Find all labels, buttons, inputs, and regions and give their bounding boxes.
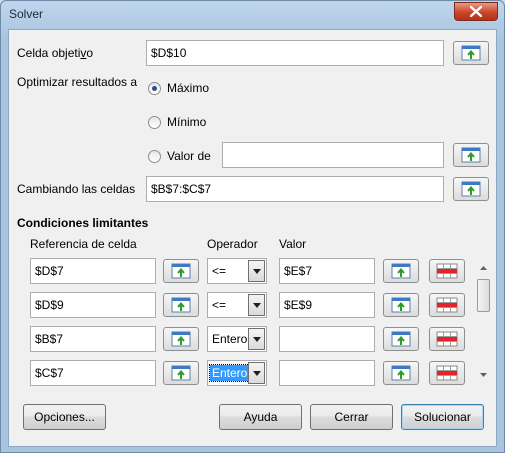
objective-cell-input[interactable]: $D$10 bbox=[146, 40, 444, 66]
delete-constraint-button[interactable] bbox=[429, 259, 465, 283]
dialog-body: Celda objetivo $D$10 Optimizar resultado… bbox=[8, 29, 497, 447]
constraint-operator-select[interactable]: <= bbox=[207, 292, 267, 318]
changing-cells-shrink-button[interactable] bbox=[453, 177, 489, 201]
scroll-up-icon bbox=[480, 265, 487, 270]
constraint-ref-shrink-button[interactable] bbox=[163, 361, 199, 385]
constraint-value-shrink-button[interactable] bbox=[383, 361, 419, 385]
constraint-value-input[interactable] bbox=[279, 360, 375, 386]
constraint-cell-ref-input[interactable]: $D$9 bbox=[30, 292, 156, 318]
shrink-dialog-icon bbox=[461, 181, 481, 197]
shrink-dialog-icon bbox=[391, 331, 411, 347]
shrink-dialog-icon bbox=[171, 263, 191, 279]
constraint-ref-shrink-button[interactable] bbox=[163, 293, 199, 317]
constraint-value-input[interactable]: $E$7 bbox=[279, 258, 375, 284]
changing-cells-input[interactable]: $B$7:$C$7 bbox=[146, 176, 444, 202]
constraint-cell-ref-input[interactable]: $C$7 bbox=[30, 360, 156, 386]
constraints-scrollbar[interactable] bbox=[475, 259, 492, 383]
constraint-value-shrink-button[interactable] bbox=[383, 327, 419, 351]
dropdown-arrow-icon bbox=[252, 302, 261, 308]
radio-value-of-label: Valor de bbox=[167, 149, 211, 163]
delete-constraint-button[interactable] bbox=[429, 293, 465, 317]
solve-button-label: Solucionar bbox=[414, 410, 471, 424]
constraint-cell-ref-input[interactable]: $B$7 bbox=[30, 326, 156, 352]
radio-value-of-circle[interactable] bbox=[148, 149, 161, 163]
shrink-dialog-icon bbox=[391, 365, 411, 381]
constraint-ref-shrink-button[interactable] bbox=[163, 259, 199, 283]
scroll-down-button[interactable] bbox=[475, 366, 492, 383]
shrink-dialog-icon bbox=[461, 45, 481, 61]
constraint-operator-value: <= bbox=[212, 298, 227, 312]
objective-label: Celda objetivo bbox=[17, 46, 94, 60]
solve-button[interactable]: Solucionar bbox=[401, 404, 484, 430]
radio-minimum-label: Mínimo bbox=[167, 115, 207, 129]
radio-maximum-circle[interactable] bbox=[148, 81, 161, 95]
radio-minimum-circle[interactable] bbox=[148, 115, 161, 129]
constraint-value-input[interactable]: $E$9 bbox=[279, 292, 375, 318]
delete-row-icon bbox=[436, 263, 458, 279]
scroll-thumb[interactable] bbox=[477, 279, 490, 312]
shrink-dialog-icon bbox=[171, 331, 191, 347]
options-button-label: Opciones... bbox=[34, 410, 95, 424]
optimize-label: Optimizar resultados a bbox=[17, 75, 138, 89]
title-bar[interactable]: Solver bbox=[1, 1, 504, 29]
radio-maximum[interactable]: Máximo bbox=[148, 81, 209, 95]
constraint-value-input[interactable] bbox=[279, 326, 375, 352]
delete-row-icon bbox=[436, 331, 458, 347]
delete-constraint-button[interactable] bbox=[429, 327, 465, 351]
constraint-cell-ref-input[interactable]: $D$7 bbox=[30, 258, 156, 284]
constraint-operator-value: Entero bbox=[208, 364, 251, 382]
dropdown-arrow-icon bbox=[252, 336, 261, 342]
shrink-dialog-icon bbox=[391, 263, 411, 279]
options-button[interactable]: Opciones... bbox=[23, 404, 106, 430]
value-of-input[interactable] bbox=[222, 142, 444, 168]
objective-shrink-button[interactable] bbox=[453, 41, 489, 65]
delete-constraint-button[interactable] bbox=[429, 361, 465, 385]
column-header-cell-ref: Referencia de celda bbox=[30, 237, 137, 251]
column-header-operator: Operador bbox=[207, 237, 258, 251]
shrink-dialog-icon bbox=[391, 297, 411, 313]
constraints-title: Condiciones limitantes bbox=[17, 216, 149, 230]
value-of-shrink-button[interactable] bbox=[453, 143, 489, 167]
close-button[interactable]: Cerrar bbox=[310, 404, 393, 430]
radio-maximum-label: Máximo bbox=[167, 81, 210, 95]
close-icon bbox=[470, 6, 482, 17]
constraint-operator-select[interactable]: <= bbox=[207, 258, 267, 284]
constraint-operator-dropdown-button[interactable] bbox=[248, 260, 265, 282]
constraint-operator-dropdown-button[interactable] bbox=[248, 328, 265, 350]
shrink-dialog-icon bbox=[461, 147, 481, 163]
close-window-button[interactable] bbox=[454, 2, 498, 21]
delete-row-icon bbox=[436, 297, 458, 313]
scroll-up-button[interactable] bbox=[475, 259, 492, 276]
shrink-dialog-icon bbox=[171, 365, 191, 381]
shrink-dialog-icon bbox=[171, 297, 191, 313]
constraint-value-shrink-button[interactable] bbox=[383, 259, 419, 283]
dropdown-arrow-icon bbox=[252, 370, 261, 376]
dropdown-arrow-icon bbox=[252, 268, 261, 274]
help-button[interactable]: Ayuda bbox=[219, 404, 302, 430]
scroll-down-icon bbox=[480, 372, 487, 377]
close-button-label: Cerrar bbox=[334, 410, 369, 424]
constraint-operator-select[interactable]: Entero bbox=[207, 360, 267, 386]
radio-minimum[interactable]: Mínimo bbox=[148, 115, 206, 129]
constraint-operator-dropdown-button[interactable] bbox=[248, 362, 265, 384]
constraint-operator-value: Entero bbox=[212, 332, 248, 346]
constraint-operator-value: <= bbox=[212, 264, 227, 278]
changing-cells-label: Cambiando las celdas bbox=[17, 182, 136, 196]
constraint-operator-select[interactable]: Entero bbox=[207, 326, 267, 352]
constraint-value-shrink-button[interactable] bbox=[383, 293, 419, 317]
window-title: Solver bbox=[9, 7, 44, 21]
constraint-operator-dropdown-button[interactable] bbox=[248, 294, 265, 316]
radio-value-of[interactable]: Valor de bbox=[148, 149, 211, 163]
solver-window: Solver Celda objetivo $D$10 Optimizar re… bbox=[0, 0, 505, 453]
help-button-label: Ayuda bbox=[243, 410, 278, 424]
column-header-value: Valor bbox=[279, 237, 307, 251]
delete-row-icon bbox=[436, 365, 458, 381]
constraint-ref-shrink-button[interactable] bbox=[163, 327, 199, 351]
